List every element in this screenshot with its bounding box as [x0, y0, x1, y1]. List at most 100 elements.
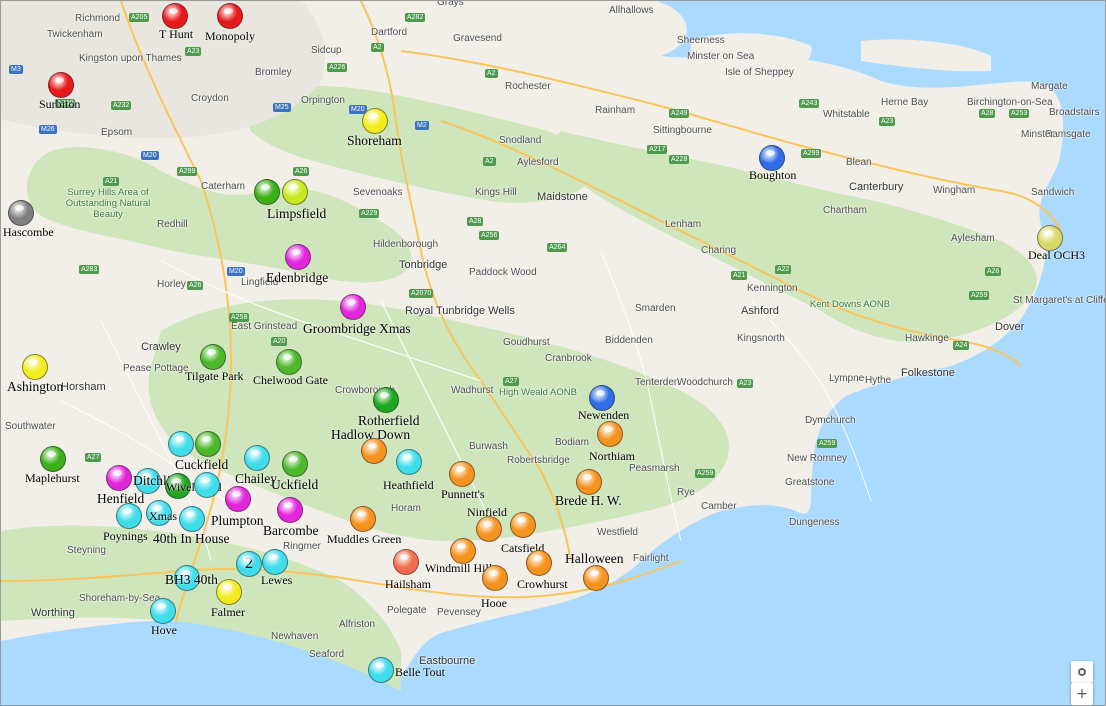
place-label: Polegate: [387, 605, 427, 616]
place-label: Greatstone: [785, 477, 835, 488]
venue-marker[interactable]: [40, 446, 66, 472]
venue-marker[interactable]: [373, 387, 399, 413]
venue-marker[interactable]: [277, 497, 303, 523]
place-label: Dover: [995, 321, 1025, 333]
road-shield: M26: [39, 125, 57, 134]
venue-marker[interactable]: [194, 472, 220, 498]
venue-marker[interactable]: [200, 344, 226, 370]
map-canvas[interactable]: Grays Allhallows Richmond Twickenham Kingsto…: [0, 0, 1106, 706]
place-label: Steyning: [67, 545, 106, 556]
venue-marker[interactable]: [362, 108, 388, 134]
venue-marker[interactable]: 2: [236, 551, 262, 577]
venue-label: Edenbridge: [266, 270, 329, 285]
venue-marker[interactable]: [396, 449, 422, 475]
venue-marker[interactable]: [254, 179, 280, 205]
place-label: Rochester: [505, 81, 551, 92]
place-label: Shoreham-by-Sea: [79, 593, 161, 604]
road-shield: A27: [503, 377, 520, 386]
venue-marker[interactable]: [150, 598, 176, 624]
venue-marker[interactable]: [162, 3, 188, 29]
road-shield: A283: [79, 265, 100, 274]
place-label: Gravesend: [453, 33, 502, 44]
place-label: Royal Tunbridge Wells: [405, 305, 515, 317]
place-label: Folkestone: [901, 367, 955, 379]
venue-marker[interactable]: [22, 354, 48, 380]
place-label: Broadstairs: [1049, 107, 1100, 118]
place-label: Grays: [437, 0, 464, 8]
venue-label: Groombridge Xmas: [303, 321, 411, 336]
place-label: Charing: [701, 245, 737, 256]
road-shield: A205: [129, 13, 150, 22]
road-shield: A299: [177, 167, 198, 176]
place-label: Robertsbridge: [507, 455, 570, 466]
venue-label: Hadlow Down: [331, 427, 411, 442]
road-shield: A228: [669, 155, 690, 164]
venue-label: Punnett's: [441, 487, 485, 501]
place-label: Wadhurst: [451, 385, 494, 396]
road-shield: A2: [483, 157, 496, 166]
road-shield: A243: [799, 99, 820, 108]
place-label: Cranbrook: [545, 353, 592, 364]
venue-marker[interactable]: [282, 179, 308, 205]
venue-marker[interactable]: [526, 550, 552, 576]
place-label: Sittingbourne: [653, 125, 712, 136]
venue-marker[interactable]: [393, 549, 419, 575]
venue-marker[interactable]: [583, 565, 609, 591]
venue-label: Monopoly: [205, 29, 256, 43]
place-label: Dymchurch: [805, 415, 856, 426]
place-label: Kings Hill: [475, 187, 517, 198]
place-label: St Margaret's at Cliffe: [1013, 295, 1106, 306]
place-label: East Grinstead: [231, 321, 298, 332]
venue-label: Deal OCH3: [1028, 248, 1085, 262]
road-shield: A21: [103, 177, 120, 186]
venue-marker[interactable]: [368, 657, 394, 683]
venue-marker[interactable]: [106, 465, 132, 491]
place-label: Pease Pottage: [123, 363, 189, 374]
venue-marker[interactable]: [216, 579, 242, 605]
venue-marker[interactable]: [282, 451, 308, 477]
road-shield: A264: [547, 243, 568, 252]
venue-marker[interactable]: [350, 506, 376, 532]
venue-marker[interactable]: [276, 349, 302, 375]
venue-marker[interactable]: [449, 461, 475, 487]
venue-marker[interactable]: [597, 421, 623, 447]
place-label: Dungeness: [789, 517, 840, 528]
venue-label: Hove: [151, 623, 177, 637]
road-shield: A217: [647, 145, 668, 154]
venue-label: Halloween: [565, 551, 624, 566]
road-shield: A21: [731, 271, 748, 280]
venue-label: Crowhurst: [517, 577, 568, 591]
venue-marker[interactable]: [168, 431, 194, 457]
venue-marker[interactable]: [179, 506, 205, 532]
place-label: Allhallows: [609, 5, 654, 16]
venue-marker[interactable]: [48, 72, 74, 98]
venue-marker[interactable]: [262, 549, 288, 575]
place-label: Birchington-on-Sea: [967, 97, 1053, 108]
venue-marker[interactable]: [510, 512, 536, 538]
venue-marker[interactable]: [195, 431, 221, 457]
venue-marker[interactable]: [217, 3, 243, 29]
venue-marker[interactable]: [482, 565, 508, 591]
zoom-in-button[interactable]: +: [1071, 683, 1093, 705]
venue-marker[interactable]: [340, 294, 366, 320]
venue-marker[interactable]: [116, 503, 142, 529]
venue-label: Ninfield: [467, 505, 507, 519]
venue-marker[interactable]: [576, 469, 602, 495]
place-label: Burwash: [469, 441, 508, 452]
place-label: Wingham: [933, 185, 976, 196]
venue-label: 40th In House: [153, 531, 230, 546]
place-label: Crawley: [141, 341, 181, 353]
locate-me-button[interactable]: [1071, 661, 1093, 683]
road-shield: A253: [1009, 109, 1030, 118]
venue-marker[interactable]: [244, 445, 270, 471]
venue-label: Cuckfield: [175, 457, 229, 472]
venue-marker[interactable]: [8, 200, 34, 226]
place-label: Sandwich: [1031, 187, 1075, 198]
venue-label: Northiam: [589, 449, 635, 463]
place-label: Lenham: [665, 219, 702, 230]
venue-marker[interactable]: [225, 486, 251, 512]
place-label: Dartford: [371, 27, 408, 38]
venue-marker[interactable]: [285, 244, 311, 270]
venue-label: Heathfield: [383, 478, 434, 492]
place-label: Sidcup: [311, 45, 342, 56]
